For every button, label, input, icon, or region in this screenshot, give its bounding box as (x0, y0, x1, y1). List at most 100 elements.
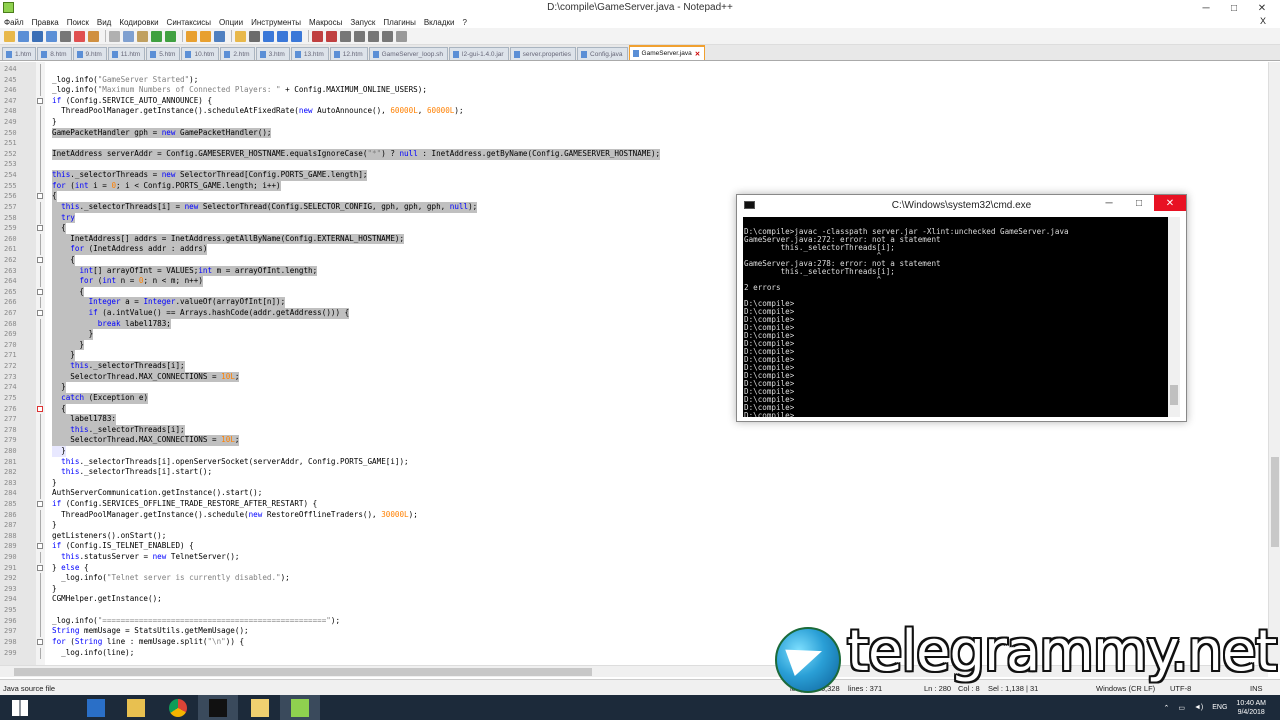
file-tab[interactable]: 3.htm (255, 47, 290, 60)
menu-item[interactable]: Макросы (309, 18, 342, 27)
file-tab[interactable]: Config.java (577, 47, 628, 60)
menu-item[interactable]: Вид (97, 18, 111, 27)
taskbar-powershell-button[interactable] (76, 695, 116, 720)
code-line[interactable]: 278 this._selectorThreads[i]; (0, 424, 1268, 436)
toolbar-button-icon[interactable] (88, 30, 99, 42)
toolbar-button-icon[interactable] (396, 30, 407, 42)
tab-close-icon[interactable]: ✕ (695, 50, 700, 58)
toolbar-button-icon[interactable] (60, 30, 71, 42)
taskbar-file-explorer-button[interactable] (116, 695, 156, 720)
fold-marker-icon[interactable] (37, 310, 43, 317)
toolbar-button-icon[interactable] (277, 30, 288, 42)
close-button[interactable]: ✕ (1248, 0, 1276, 16)
toolbar-button-icon[interactable] (46, 30, 57, 42)
code-line[interactable]: 279 SelectorThread.MAX_CONNECTIONS = 10L… (0, 435, 1268, 447)
code-line[interactable]: 254 this._selectorThreads = new SelectorT… (0, 170, 1268, 182)
code-line[interactable]: 289 if (Config.IS_TELNET_ENABLED) { (0, 541, 1268, 552)
menu-item[interactable]: Плагины (383, 18, 415, 27)
toolbar-button-icon[interactable] (368, 30, 379, 42)
fold-marker-icon[interactable] (37, 564, 43, 571)
menu-close-button[interactable]: X (1260, 16, 1266, 26)
code-line[interactable]: 255 for (int i = 0; i < Config.PORTS_GAME… (0, 180, 1268, 192)
fold-marker-icon[interactable] (37, 193, 43, 200)
code-line[interactable]: 247 if (Config.SERVICE_AUTO_ANNOUNCE) { (0, 96, 1268, 107)
cmd-maximize-button[interactable]: □ (1124, 195, 1154, 211)
toolbar-button-icon[interactable] (312, 30, 323, 42)
code-line[interactable]: 244 (0, 64, 1268, 75)
menu-item[interactable]: Инструменты (251, 18, 301, 27)
menu-item[interactable]: Опции (219, 18, 243, 27)
code-line[interactable]: 292 _log.info("Telnet server is currentl… (0, 573, 1268, 585)
toolbar-button-icon[interactable] (326, 30, 337, 42)
fold-marker-icon[interactable] (37, 500, 43, 507)
file-tab[interactable]: 9.htm (72, 47, 107, 60)
code-line[interactable]: 286 ThreadPoolManager.getInstance().sche… (0, 509, 1268, 521)
cmd-title-bar[interactable]: C:\Windows\system32\cmd.exe ─ □ ✕ (737, 195, 1186, 215)
cmd-scroll-thumb[interactable] (1170, 385, 1178, 405)
code-line[interactable]: 295 (0, 605, 1268, 617)
code-line[interactable]: 287} (0, 520, 1268, 532)
file-tab[interactable]: GameServer.java ✕ (628, 45, 706, 60)
code-line[interactable]: 245 _log.info("GameServer Started"); (0, 74, 1268, 86)
toolbar-button-icon[interactable] (354, 30, 365, 42)
fold-marker-icon[interactable] (37, 225, 43, 232)
fold-marker-icon[interactable] (37, 288, 43, 295)
minimize-button[interactable]: ─ (1192, 0, 1220, 16)
code-line[interactable]: 288 getListeners().onStart(); (0, 530, 1268, 542)
code-line[interactable]: 284 AuthServerCommunication.getInstance()… (0, 488, 1268, 500)
taskbar-start-button[interactable] (0, 695, 40, 720)
code-line[interactable]: 283} (0, 477, 1268, 489)
file-tab[interactable]: server.properties (509, 47, 577, 60)
toolbar-button-icon[interactable] (123, 30, 134, 42)
toolbar-button-icon[interactable] (18, 30, 29, 42)
toolbar-button-icon[interactable] (291, 30, 302, 42)
language-indicator[interactable]: ENG (1212, 704, 1227, 711)
taskbar-chrome-button[interactable] (158, 695, 198, 720)
file-tab[interactable]: 1.htm (2, 47, 37, 60)
taskbar-notepadpp-button[interactable] (280, 695, 320, 720)
file-tab[interactable]: 11.htm (107, 47, 146, 60)
file-tab[interactable]: l2-gui-1.4.0.jar (449, 47, 509, 60)
file-tab[interactable]: GameServer_loop.sh (368, 47, 449, 60)
file-tab[interactable]: 12.htm (329, 47, 368, 60)
menu-item[interactable]: Поиск (67, 18, 89, 27)
menu-item[interactable]: Синтаксисы (167, 18, 212, 27)
code-line[interactable]: 293} (0, 583, 1268, 595)
cmd-window[interactable]: C:\Windows\system32\cmd.exe ─ □ ✕ D:\com… (736, 194, 1187, 422)
taskbar-folder-button[interactable] (240, 695, 280, 720)
toolbar-button-icon[interactable] (165, 30, 176, 42)
toolbar-button-icon[interactable] (382, 30, 393, 42)
toolbar-button-icon[interactable] (263, 30, 274, 42)
tray-chevron-icon[interactable]: ⌃ (1163, 704, 1169, 712)
toolbar-button-icon[interactable] (4, 30, 15, 42)
code-line[interactable]: 251 (0, 138, 1268, 150)
toolbar-button-icon[interactable] (214, 30, 225, 42)
volume-icon[interactable]: ◄) (1194, 704, 1203, 711)
code-line[interactable]: 282 this._selectorThreads[i].start(); (0, 467, 1268, 479)
fold-marker-icon[interactable] (37, 543, 43, 550)
menu-item[interactable]: Запуск (350, 18, 375, 27)
code-line[interactable]: 248 ThreadPoolManager.getInstance().sche… (0, 106, 1268, 118)
code-line[interactable]: 285 if (Config.SERVICES_OFFLINE_TRADE_RES… (0, 499, 1268, 510)
fold-marker-icon[interactable] (37, 256, 43, 263)
code-line[interactable]: 249} (0, 117, 1268, 129)
toolbar-button-icon[interactable] (249, 30, 260, 42)
menu-item[interactable]: Кодировки (119, 18, 158, 27)
horizontal-scroll-thumb[interactable] (14, 668, 592, 676)
menu-item[interactable]: Правка (32, 18, 59, 27)
toolbar-button-icon[interactable] (235, 30, 246, 42)
vertical-scroll-thumb[interactable] (1271, 457, 1279, 547)
code-line[interactable]: 250 GamePacketHandler gph = new GamePacke… (0, 127, 1268, 139)
toolbar-button-icon[interactable] (151, 30, 162, 42)
menu-item[interactable]: Файл (4, 18, 24, 27)
code-line[interactable]: 253 (0, 159, 1268, 171)
vertical-scrollbar[interactable] (1268, 62, 1280, 665)
file-tab[interactable]: 2.htm (220, 47, 255, 60)
cmd-scrollbar[interactable] (1168, 217, 1180, 417)
menu-item[interactable]: Вкладки (424, 18, 455, 27)
toolbar-button-icon[interactable] (109, 30, 120, 42)
code-line[interactable]: 252 InetAddress serverAddr = Config.GAMES… (0, 148, 1268, 160)
file-tab[interactable]: 8.htm (37, 47, 72, 60)
toolbar-button-icon[interactable] (340, 30, 351, 42)
toolbar-button-icon[interactable] (186, 30, 197, 42)
